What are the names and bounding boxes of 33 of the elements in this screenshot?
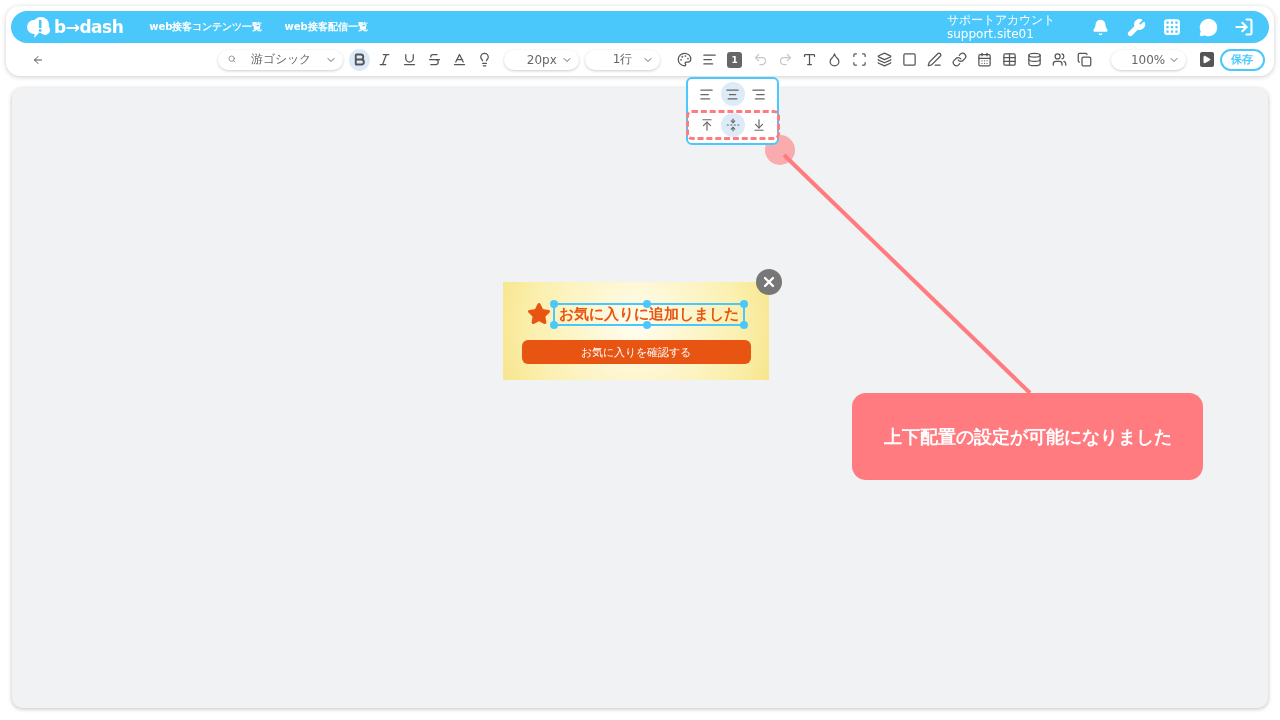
strike-icon — [426, 52, 442, 67]
align-center-icon — [725, 86, 740, 102]
zoom-select[interactable]: 100% — [1110, 49, 1186, 70]
cloud-logo-icon — [25, 16, 51, 38]
search-icon — [228, 54, 237, 63]
arrow-left-icon — [31, 53, 44, 66]
line-count-badge[interactable]: 1 — [726, 51, 743, 68]
valign-top-icon — [699, 118, 714, 132]
star-icon — [527, 302, 551, 326]
align-right-icon — [751, 86, 766, 102]
valign-bottom-icon — [751, 118, 766, 132]
align-center-button[interactable] — [720, 82, 745, 106]
underline-icon — [401, 52, 417, 67]
font-select[interactable]: 游ゴシック — [218, 49, 343, 70]
banner-button[interactable]: お気に入りを確認する — [521, 340, 751, 364]
logo-text: b→dash — [54, 17, 124, 37]
align-left-icon — [699, 86, 714, 102]
valign-middle-button[interactable] — [720, 113, 745, 137]
redo-arrow-icon — [777, 52, 793, 67]
close-icon — [761, 274, 777, 290]
banner-title[interactable]: お気に入りに追加しました — [553, 302, 745, 326]
account-label: サポートアカウント — [947, 13, 1055, 27]
close-button[interactable] — [756, 269, 782, 295]
color-icon — [451, 52, 467, 67]
size-select[interactable]: 20px — [504, 49, 580, 70]
bold-button[interactable] — [348, 48, 371, 71]
undo-arrow-icon — [752, 52, 768, 67]
callout-text: 上下配置の設定が可能になりました — [852, 393, 1203, 480]
valign-middle-icon — [725, 118, 740, 132]
line-select[interactable]: 1行 — [585, 49, 660, 70]
preview-icon[interactable] — [1199, 52, 1215, 67]
account-id: support.site01 — [947, 27, 1035, 41]
italic-icon — [376, 52, 392, 67]
